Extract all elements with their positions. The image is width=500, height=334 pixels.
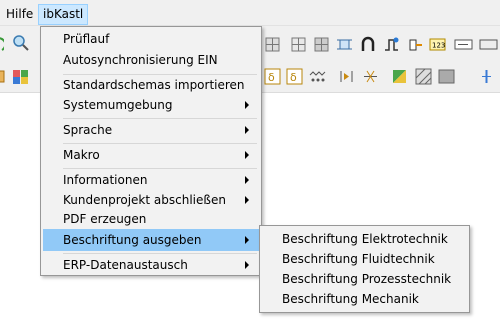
submenu-arrow-icon [245, 151, 249, 159]
textfield-icon[interactable] [454, 36, 473, 53]
submenu-item-elektrotechnik[interactable]: Beschriftung Elektrotechnik [262, 229, 467, 250]
matrix-icon[interactable] [313, 36, 330, 53]
menu-item-label: Beschriftung ausgeben [63, 233, 202, 247]
menu-item-systemumgebung[interactable]: Systemumgebung [43, 94, 259, 116]
magnet-icon[interactable] [360, 36, 377, 53]
submenu-item-label: Beschriftung Fluidtechnik [282, 252, 435, 266]
menu-item-standardschemas[interactable]: Standardschemas importieren [43, 74, 259, 96]
submenu-arrow-icon [245, 196, 249, 204]
connector-icon[interactable] [383, 36, 400, 53]
component-icon[interactable] [0, 68, 6, 85]
submenu-item-mechanik[interactable]: Beschriftung Mechanik [262, 289, 467, 310]
align-icon[interactable] [478, 68, 495, 85]
menu-item-label: Prüflauf [63, 32, 110, 46]
svg-text:123: 123 [432, 42, 445, 50]
grid-icon[interactable] [264, 36, 281, 53]
submenu-item-fluidtechnik[interactable]: Beschriftung Fluidtechnik [262, 249, 467, 270]
menu-item-prueflauf[interactable]: Prüflauf [43, 28, 259, 50]
submenu-arrow-icon [245, 176, 249, 184]
menu-item-makro[interactable]: Makro [43, 144, 259, 166]
refresh-icon[interactable] [0, 36, 7, 53]
beschriftung-submenu: Beschriftung Elektrotechnik Beschriftung… [259, 225, 470, 313]
menubar-hilfe-label: Hilfe [6, 7, 34, 21]
menubar-hilfe[interactable]: Hilfe [3, 5, 36, 23]
menu-item-label: Makro [63, 148, 100, 162]
symbol-2-icon[interactable]: δ [286, 68, 303, 85]
menu-item-label: Sprache [63, 123, 113, 137]
menu-item-pdf-erzeugen[interactable]: PDF erzeugen [43, 208, 259, 230]
submenu-arrow-icon [245, 126, 249, 134]
submenu-item-label: Beschriftung Prozesstechnik [282, 272, 452, 286]
wave-icon[interactable] [309, 68, 326, 85]
menubar-ibkastl-label: ibKastl [43, 7, 84, 21]
flag-icon[interactable] [391, 68, 408, 85]
fill-icon[interactable] [438, 68, 455, 85]
menubar-ibkastl[interactable]: ibKastl [38, 4, 89, 25]
menu-item-informationen[interactable]: Informationen [43, 169, 259, 191]
submenu-item-label: Beschriftung Elektrotechnik [282, 232, 448, 246]
box-icon[interactable] [479, 36, 498, 53]
menu-item-label: Autosynchronisierung EIN [63, 53, 218, 67]
valve-icon[interactable] [362, 68, 379, 85]
hatch-icon[interactable] [415, 68, 432, 85]
pin-icon[interactable] [407, 36, 424, 53]
menu-bar: Hilfe ibKastl [0, 0, 500, 26]
symbol-1-icon[interactable]: δ [264, 68, 281, 85]
menu-item-sprache[interactable]: Sprache [43, 119, 259, 141]
menu-item-label: Kundenprojekt abschließen [63, 193, 226, 207]
frame-icon[interactable] [336, 36, 353, 53]
submenu-arrow-icon [245, 236, 249, 244]
svg-text:δ: δ [268, 71, 275, 84]
ibkastl-menu: Prüflauf Autosynchronisierung EIN Standa… [40, 26, 262, 276]
submenu-arrow-icon [245, 101, 249, 109]
menu-item-erp[interactable]: ERP-Datenaustausch [43, 254, 259, 276]
menu-item-label: Standardschemas importieren [63, 78, 245, 92]
table-icon[interactable] [290, 36, 307, 53]
diode-icon[interactable] [338, 68, 355, 85]
menu-item-autosync[interactable]: Autosynchronisierung EIN [43, 49, 259, 71]
menu-item-beschriftung-ausgeben[interactable]: Beschriftung ausgeben [43, 229, 259, 251]
submenu-item-prozesstechnik[interactable]: Beschriftung Prozesstechnik [262, 269, 467, 290]
zoom-icon[interactable] [12, 34, 29, 51]
svg-text:δ: δ [290, 71, 297, 84]
submenu-item-label: Beschriftung Mechanik [282, 292, 419, 306]
menu-item-label: Informationen [63, 173, 148, 187]
menu-item-label: ERP-Datenaustausch [63, 258, 188, 272]
menu-item-label: PDF erzeugen [63, 212, 147, 226]
palette-icon[interactable] [12, 68, 29, 85]
menu-item-label: Systemumgebung [63, 98, 173, 112]
counter-icon[interactable]: 123 [429, 36, 446, 53]
submenu-arrow-icon [245, 261, 249, 269]
